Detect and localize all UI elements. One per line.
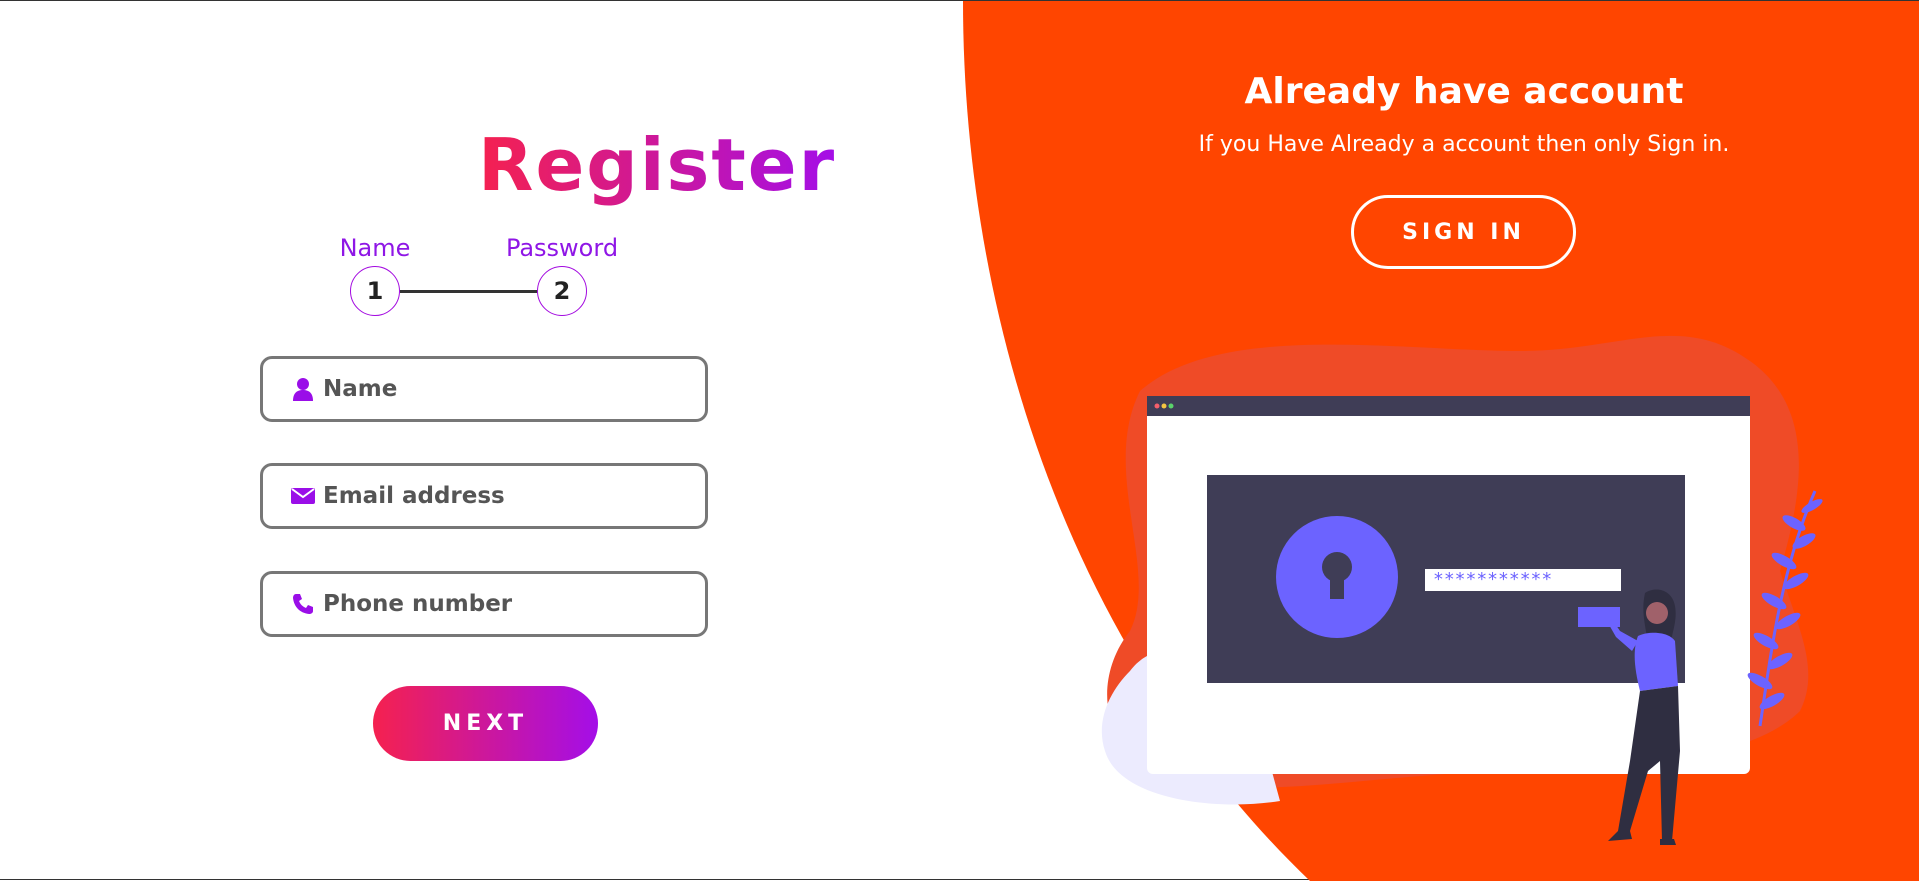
step-label-password: Password	[505, 234, 619, 262]
signin-panel-subtitle: If you Have Already a account then only …	[1198, 132, 1730, 157]
window-dot-red	[1154, 403, 1160, 409]
keyhole-stem	[1330, 571, 1344, 599]
name-input[interactable]	[321, 375, 685, 403]
window-dot-yellow	[1161, 403, 1167, 409]
phone-input[interactable]	[321, 590, 685, 618]
step-connector	[400, 290, 537, 293]
next-button[interactable]: NEXT	[373, 686, 598, 761]
password-mask-text: ***********	[1433, 569, 1553, 590]
envelope-icon	[291, 484, 315, 508]
step-label-name: Name	[339, 234, 411, 262]
name-field[interactable]	[260, 356, 708, 422]
step-circle-2: 2	[537, 266, 587, 316]
email-input[interactable]	[321, 482, 685, 510]
phone-icon	[291, 592, 315, 616]
phone-field[interactable]	[260, 571, 708, 637]
email-field[interactable]	[260, 463, 708, 529]
signin-panel-title: Already have account	[1244, 71, 1684, 112]
step-circle-1: 1	[350, 266, 400, 316]
window-dot-green	[1168, 403, 1174, 409]
login-illustration	[1101, 335, 1823, 845]
sign-in-button[interactable]: SIGN IN	[1351, 195, 1576, 269]
user-icon	[291, 377, 315, 401]
browser-titlebar	[1147, 396, 1750, 416]
